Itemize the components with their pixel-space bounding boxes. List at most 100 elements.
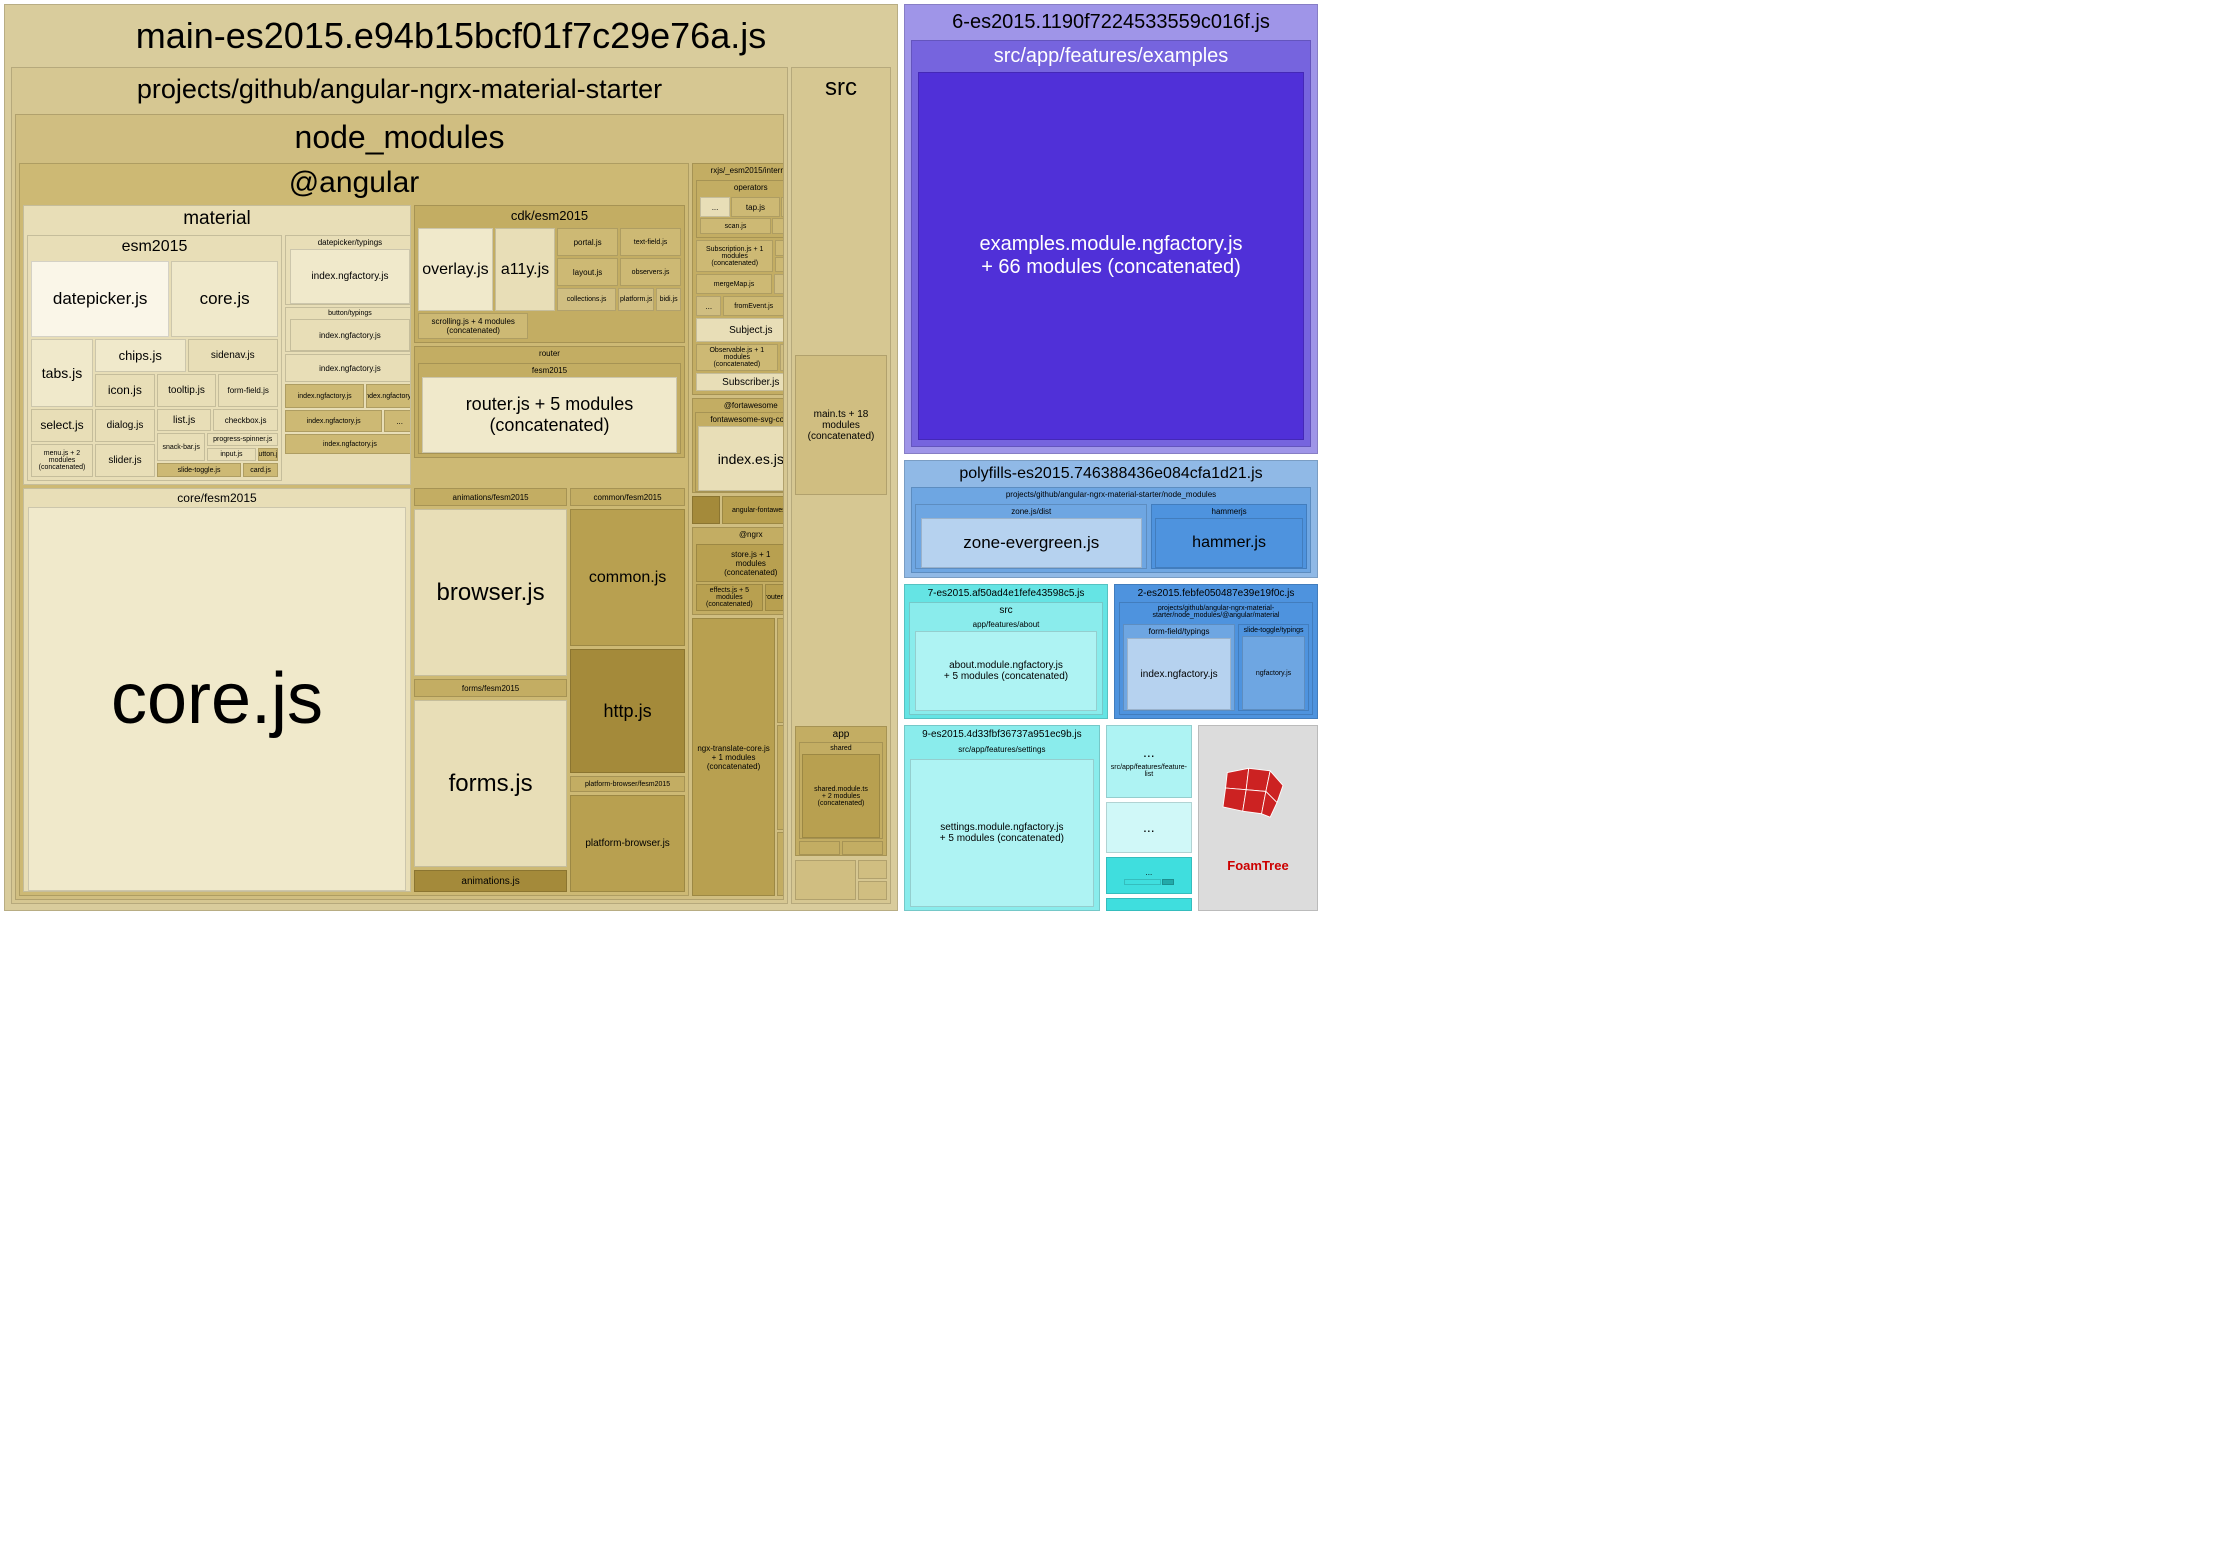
node-src-tiny-2[interactable]	[858, 860, 887, 879]
node-maints[interactable]: main.ts + 18 modules (concatenated)	[795, 355, 887, 495]
node-a11y[interactable]: a11y.js	[495, 228, 555, 311]
node-examples-path[interactable]: src/app/features/examples examples.modul…	[911, 40, 1311, 447]
node-subscription[interactable]: Subscription.js + 1 modules (concatenate…	[696, 240, 773, 272]
bundle-dots-3[interactable]: ...	[1106, 857, 1192, 894]
node-idx-ngf-3[interactable]: index.ngfactory.js	[285, 410, 382, 432]
node-common[interactable]: common.js	[570, 509, 685, 646]
node-material[interactable]: material esm2015 datepicker.js	[23, 205, 411, 485]
node-2-path[interactable]: projects/github/angular-ngrx-material-st…	[1119, 602, 1313, 715]
node-cdk[interactable]: cdk/esm2015 overlay.js a11y.js	[414, 205, 685, 343]
node-zone-path[interactable]: zone.js/dist zone-evergreen.js	[915, 504, 1147, 569]
node-indexes[interactable]: index.es.js	[698, 426, 784, 491]
node-bidi[interactable]: bidi.js	[656, 288, 681, 311]
node-node-modules[interactable]: node_modules @angular material	[15, 114, 784, 900]
node-dots-1[interactable]: ...	[384, 410, 411, 432]
node-sharedmod[interactable]: shared.module.ts + 2 modules (concatenat…	[802, 754, 880, 838]
node-animations[interactable]: animations.js	[414, 870, 567, 892]
node-browser[interactable]: browser.js	[414, 509, 567, 676]
node-routerstore[interactable]: routerstore.js	[765, 584, 784, 611]
node-op-dots-2[interactable]: ...	[781, 197, 784, 217]
node-ang-fa[interactable]: angular-fontawesome	[722, 496, 784, 524]
node-pb[interactable]: platform-browser.js	[570, 795, 685, 892]
bundle-tiny-4[interactable]	[1106, 898, 1192, 911]
node-layout[interactable]: layout.js	[557, 258, 618, 286]
node-2-st[interactable]: slide-toggle/typings ngfactory.js	[1238, 624, 1309, 711]
bundle-9[interactable]: 9-es2015.4d33fbf36737a951ec9b.js src/app…	[904, 725, 1100, 911]
bundle-7[interactable]: 7-es2015.af50ad4e1fefe43598c5.js src app…	[904, 584, 1108, 719]
node-textfield[interactable]: text-field.js	[620, 228, 681, 256]
node-select[interactable]: select.js	[31, 409, 93, 442]
node-app[interactable]: app shared shared.module.ts + 2 modules …	[795, 726, 887, 856]
node-forms[interactable]: forms.js	[414, 700, 567, 867]
node-sidenav[interactable]: sidenav.js	[188, 339, 279, 372]
node-tabs[interactable]: tabs.js	[31, 339, 93, 407]
node-forms-h[interactable]: forms/fesm2015	[414, 679, 567, 697]
node-src-tiny-3[interactable]	[858, 881, 887, 900]
node-app-tiny-2[interactable]	[842, 841, 883, 855]
node-router-js[interactable]: router.js + 5 modules (concatenated)	[422, 377, 678, 453]
node-misc-3[interactable]	[777, 832, 784, 896]
node-http[interactable]: http.js	[570, 649, 685, 773]
node-menu[interactable]: menu.js + 2 modules (concatenated)	[31, 444, 93, 477]
node-2-idx[interactable]: index.ngfactory.js	[1127, 638, 1232, 710]
node-core-big[interactable]: core.js	[28, 507, 406, 891]
node-snackbar[interactable]: snack-bar.js	[157, 433, 205, 461]
node-chips[interactable]: chips.js	[95, 339, 186, 372]
node-fromevent[interactable]: fromEvent.js	[723, 296, 784, 316]
node-src[interactable]: src main.ts + 18 modules (concatenated) …	[791, 67, 891, 904]
node-7-mod[interactable]: about.module.ngfactory.js + 5 modules (c…	[915, 631, 1097, 711]
node-router-fesm[interactable]: fesm2015 router.js + 5 modules (concaten…	[418, 363, 681, 454]
node-overlay[interactable]: overlay.js	[418, 228, 493, 311]
node-common-h[interactable]: common/fesm2015	[570, 488, 685, 506]
node-2-ngf[interactable]: ngfactory.js	[1242, 636, 1305, 710]
node-btn-typings[interactable]: button/typings index.ngfactory.js	[285, 307, 411, 352]
bundle-dots-1[interactable]: ... src/app/features/feature-list	[1106, 725, 1192, 798]
node-scrolling[interactable]: scrolling.js + 4 modules (concatenated)	[418, 313, 528, 339]
node-hammer[interactable]: hammer.js	[1155, 518, 1302, 568]
node-btn-idx[interactable]: index.ngfactory.js	[290, 319, 410, 351]
node-card[interactable]: card.js	[243, 463, 278, 477]
node-store[interactable]: store.js + 1 modules (concatenated)	[696, 544, 784, 582]
node-idx-ngf-1[interactable]: index.ngfactory.js	[285, 354, 411, 382]
bundle-dots-2[interactable]: ...	[1106, 802, 1192, 853]
node-mergemap[interactable]: mergeMap.js	[696, 274, 772, 294]
node-formfield[interactable]: form-field.js	[218, 374, 278, 407]
node-ngrx[interactable]: @ngrx store.js + 1 modules (concatenated…	[692, 527, 784, 615]
node-hammer-path[interactable]: hammerjs hammer.js	[1151, 504, 1306, 569]
node-tooltip[interactable]: tooltip.js	[157, 374, 217, 407]
node-operators[interactable]: operators ... tap.js ...	[696, 180, 784, 238]
node-dialog[interactable]: dialog.js	[95, 409, 155, 442]
node-angular[interactable]: @angular material esm2015	[19, 163, 689, 896]
node-fortawesome[interactable]: @fortawesome fontawesome-svg-core index.…	[692, 398, 784, 493]
node-scan[interactable]: scan.js	[700, 218, 771, 234]
node-shared[interactable]: shared shared.module.ts + 2 modules (con…	[799, 742, 884, 839]
node-app-tiny-1[interactable]	[799, 841, 840, 855]
node-subject[interactable]: Subject.js	[696, 318, 784, 342]
node-2-ff[interactable]: form-field/typings index.ngfactory.js	[1123, 624, 1235, 711]
node-idx-ngf-2b[interactable]: index.ngfactory.js	[366, 384, 411, 408]
node-datepicker[interactable]: datepicker.js	[31, 261, 169, 337]
bundle-2[interactable]: 2-es2015.febfe050487e39e19f0c.js project…	[1114, 584, 1318, 719]
node-rxjs-dots-2[interactable]: ...	[696, 296, 721, 316]
node-fa-svg[interactable]: fontawesome-svg-core index.es.js	[695, 412, 784, 492]
node-progress[interactable]: progress-spinner.js	[207, 433, 278, 446]
node-idx-ngf-4[interactable]: index.ngfactory.js	[285, 434, 411, 454]
node-dp-idx[interactable]: index.ngfactory.js	[290, 249, 410, 304]
node-effects[interactable]: effects.js + 5 modules (concatenated)	[696, 584, 763, 611]
node-misc-2[interactable]	[777, 725, 784, 830]
node-observers[interactable]: observers.js	[620, 258, 681, 286]
node-tap[interactable]: tap.js	[731, 197, 780, 217]
node-slider[interactable]: slider.js	[95, 444, 155, 477]
node-projects[interactable]: projects/github/angular-ngrx-material-st…	[11, 67, 788, 904]
node-input[interactable]: input.js	[207, 448, 255, 461]
node-dp-typings[interactable]: datepicker/typings index.ngfactory.js	[285, 235, 411, 305]
node-icon[interactable]: icon.js	[95, 374, 155, 407]
node-src-tiny-1[interactable]	[795, 860, 856, 900]
node-polyfills-path[interactable]: projects/github/angular-ngrx-material-st…	[911, 487, 1311, 573]
node-examples-mod[interactable]: examples.module.ngfactory.js + 66 module…	[918, 72, 1304, 440]
node-slidetoggle[interactable]: slide-toggle.js	[157, 463, 241, 477]
bundle-polyfills[interactable]: polyfills-es2015.746388436e084cfa1d21.js…	[904, 460, 1318, 578]
node-checkbox[interactable]: checkbox.js	[213, 409, 278, 432]
node-misc-1[interactable]	[777, 618, 784, 723]
node-list[interactable]: list.js	[157, 409, 211, 432]
